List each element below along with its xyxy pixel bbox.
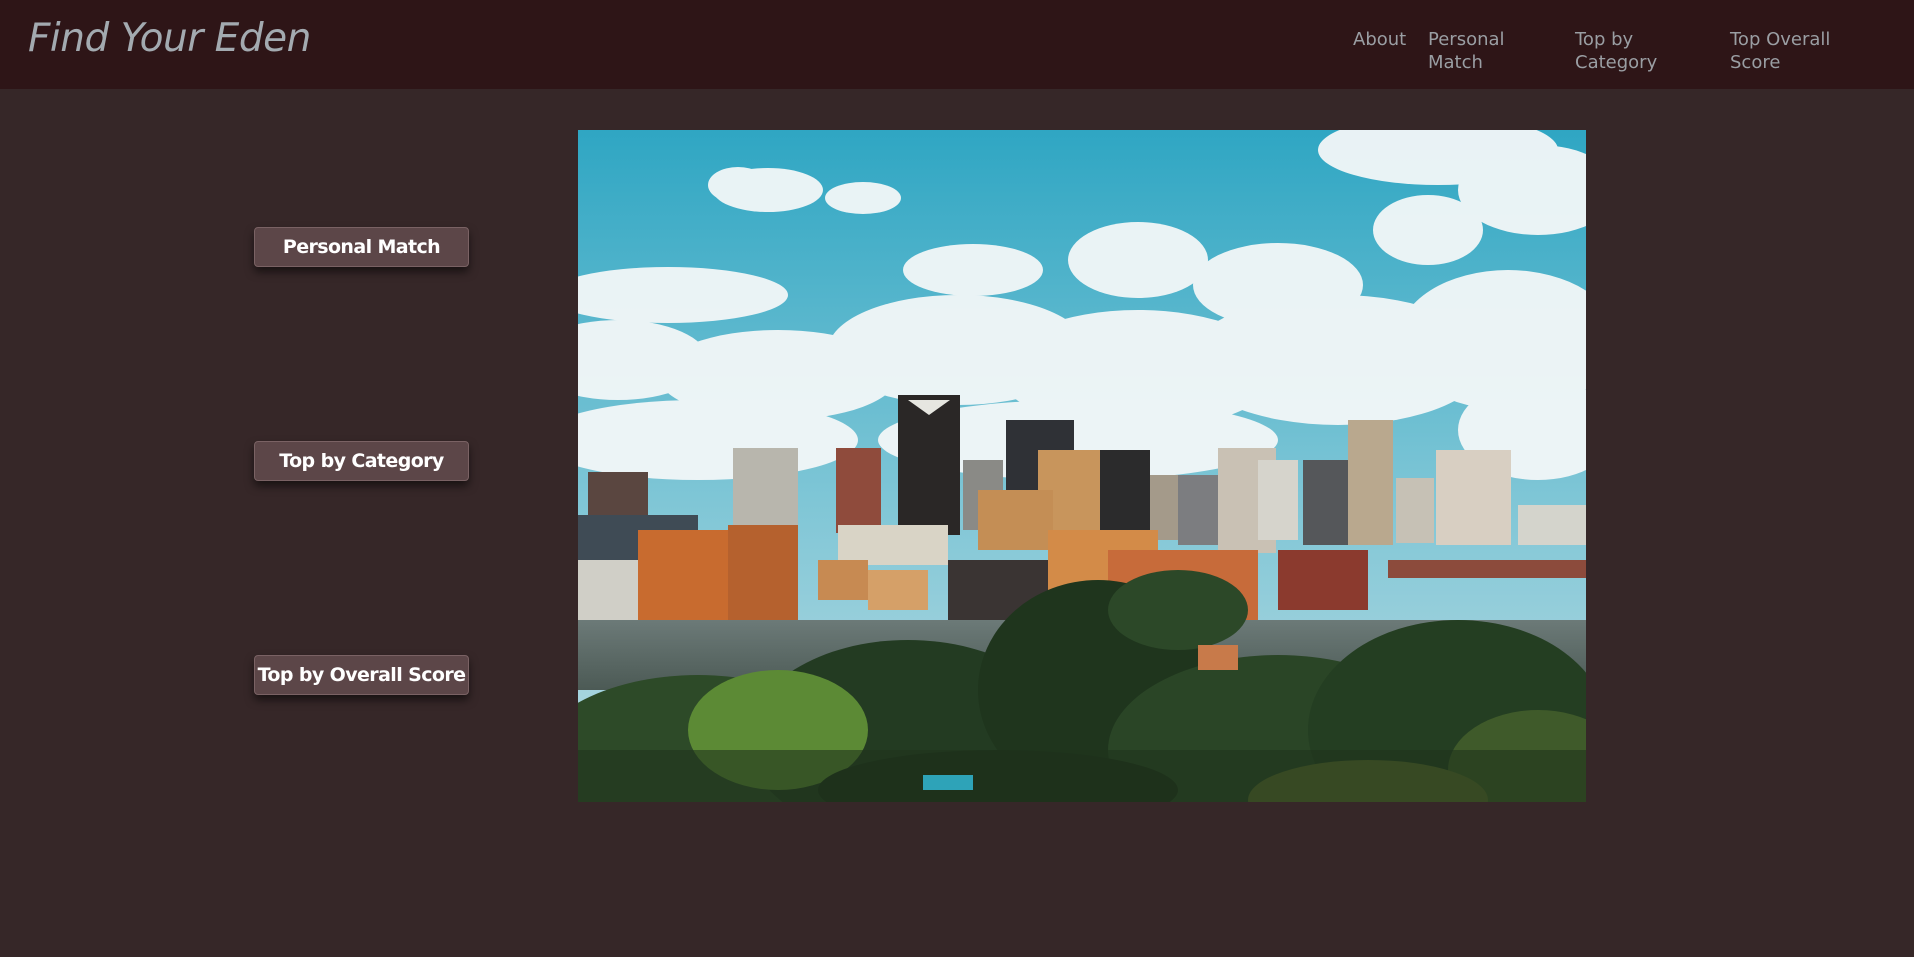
nav-about-link[interactable]: About — [1353, 28, 1406, 51]
top-navbar: Find Your Eden About Personal Match Top … — [0, 0, 1914, 89]
nav-top-overall-score-link[interactable]: Top Overall Score — [1730, 28, 1860, 74]
top-by-overall-score-button[interactable]: Top by Overall Score — [254, 655, 469, 695]
site-brand[interactable]: Find Your Eden — [28, 16, 311, 61]
city-skyline-image — [578, 130, 1586, 802]
nav-personal-match-link[interactable]: Personal Match — [1428, 28, 1538, 74]
personal-match-button[interactable]: Personal Match — [254, 227, 469, 267]
nav-top-by-category-link[interactable]: Top by Category — [1575, 28, 1695, 74]
top-by-category-button[interactable]: Top by Category — [254, 441, 469, 481]
